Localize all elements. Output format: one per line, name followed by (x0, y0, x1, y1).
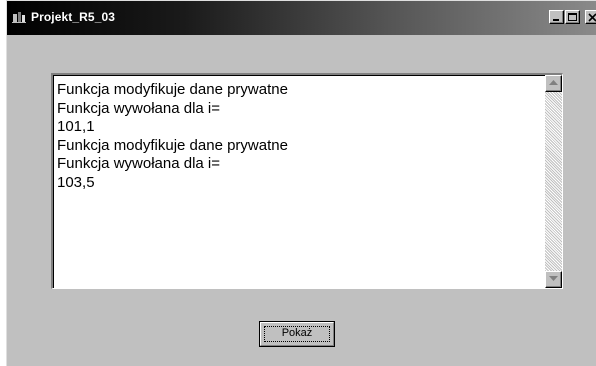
vertical-scrollbar[interactable] (545, 75, 562, 288)
application-window: Projekt_R5_03 Funkcja modyfikuje dane pr… (6, 0, 596, 366)
memo-line: Funkcja modyfikuje dane prywatne (57, 136, 288, 154)
memo-line: Funkcja modyfikuje dane prywatne (57, 81, 288, 98)
maximize-icon (568, 13, 577, 21)
show-button[interactable]: Pokaż (259, 321, 335, 347)
memo-line: 103,5 (57, 173, 95, 191)
memo-line: Funkcja wywołana dla i= (57, 99, 221, 117)
output-memo[interactable]: Funkcja modyfikuje dane prywatne Funkcja… (51, 73, 563, 289)
close-icon (588, 13, 596, 22)
title-bar[interactable]: Projekt_R5_03 (7, 1, 596, 35)
maximize-button[interactable] (565, 10, 580, 24)
memo-line: Funkcja wywołana dla i= (57, 155, 221, 172)
minimize-icon (553, 19, 559, 21)
arrow-up-icon (549, 80, 558, 85)
memo-text: Funkcja modyfikuje dane prywatne Funkcja… (57, 81, 288, 192)
scroll-up-button[interactable] (545, 75, 562, 92)
show-button-label: Pokaż (281, 327, 313, 339)
memo-line: 101,1 (57, 118, 95, 135)
arrow-down-icon (549, 276, 558, 281)
minimize-button[interactable] (549, 10, 564, 24)
window-title: Projekt_R5_03 (31, 10, 116, 24)
scroll-down-button[interactable] (545, 271, 562, 288)
delphi-app-icon[interactable] (12, 11, 26, 24)
close-button[interactable] (585, 10, 596, 24)
